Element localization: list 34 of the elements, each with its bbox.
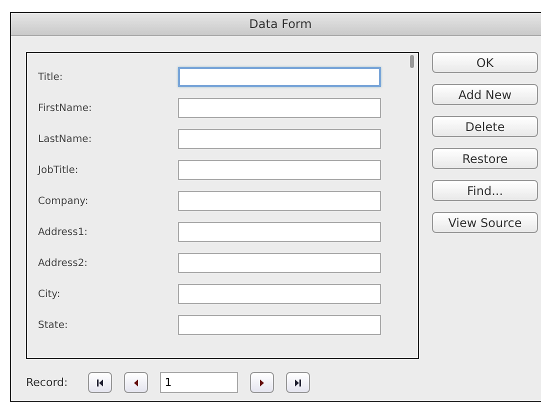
field-label: Title: [38, 72, 64, 82]
skip-back-icon [94, 378, 105, 388]
field-label: FirstName: [38, 102, 93, 114]
record-field[interactable]: 1 [160, 372, 238, 393]
first-record-button[interactable] [88, 372, 112, 393]
skip-forward-icon [292, 378, 303, 388]
input-field[interactable] [178, 222, 381, 242]
input-field[interactable] [178, 284, 381, 304]
dialog-button[interactable]: Restore [432, 148, 538, 169]
field-label: City: [38, 288, 62, 300]
input-field[interactable] [178, 67, 381, 87]
prev-record-button[interactable] [124, 372, 148, 393]
dialog-button[interactable]: View Source [432, 212, 538, 233]
window-title: Data Form [249, 17, 312, 31]
record-label: Record: [26, 376, 68, 389]
field-label: LastName: [38, 134, 93, 144]
input-field[interactable] [178, 98, 381, 118]
input-field[interactable] [178, 191, 381, 211]
scrollbar-thumb[interactable] [410, 55, 414, 68]
field-label: State: [38, 320, 69, 330]
dialog-button[interactable]: Find... [432, 180, 538, 201]
dialog-button[interactable]: Delete [432, 116, 538, 137]
input-field[interactable] [178, 129, 381, 149]
input-field[interactable] [178, 315, 381, 335]
last-record-button[interactable] [286, 372, 310, 393]
field-label: Address2: [38, 258, 89, 268]
next-record-button[interactable] [250, 372, 274, 393]
field-label: Company: [38, 196, 90, 206]
dialog-button[interactable]: OK [432, 52, 538, 73]
input-field[interactable] [178, 160, 381, 180]
dialog-button[interactable]: Add New [432, 84, 538, 105]
field-label: Address1: [38, 226, 89, 238]
input-field[interactable] [178, 253, 381, 273]
field-label: JobTitle: [38, 164, 80, 176]
